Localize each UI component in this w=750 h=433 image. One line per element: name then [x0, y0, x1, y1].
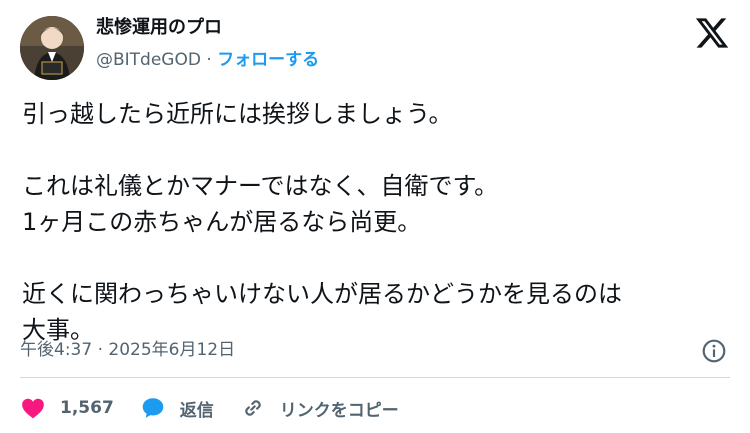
info-icon[interactable] — [701, 338, 727, 364]
divider — [20, 377, 730, 378]
separator-dot: · — [206, 50, 212, 70]
reply-bubble-icon — [142, 398, 164, 418]
tweet-text: 引っ越したら近所には挨拶しましょう。 これは礼儀とかマナーではなく、自衛です。 … — [22, 100, 622, 344]
heart-icon — [22, 398, 44, 419]
like-button[interactable]: 1,567 — [20, 395, 114, 421]
author-handle[interactable]: @BITdeGOD — [96, 50, 201, 70]
reply-button[interactable]: 返信 — [140, 395, 214, 421]
like-count: 1,567 — [60, 398, 114, 418]
x-logo-icon[interactable] — [694, 15, 730, 51]
reply-label: 返信 — [179, 400, 214, 421]
copy-link-button[interactable]: リンクをコピー — [240, 395, 399, 421]
tweet-timestamp[interactable]: 午後4:37 · 2025年6月12日 — [20, 338, 235, 362]
author-name[interactable]: 悲惨運用のプロ — [96, 16, 222, 40]
link-icon — [245, 400, 261, 416]
action-bar: 1,567 返信 リンクをコピー — [20, 394, 425, 422]
avatar[interactable] — [20, 16, 84, 80]
author-handle-row: @BITdeGOD · フォローする — [96, 48, 319, 72]
tweet-card: 悲惨運用のプロ @BITdeGOD · フォローする 引っ越したら近所には挨拶し… — [0, 0, 750, 433]
follow-button[interactable]: フォローする — [217, 50, 319, 70]
copy-link-label: リンクをコピー — [279, 400, 399, 421]
